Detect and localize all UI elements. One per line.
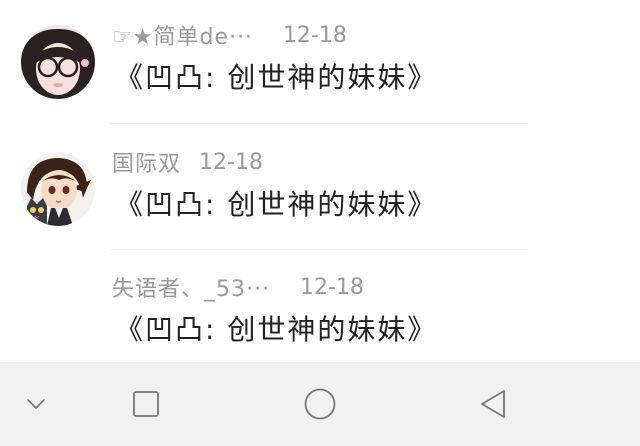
chevron-down-icon [27,399,45,409]
comment-text: 《凹凸: 创世神的妹妹》 [115,61,438,94]
recent-apps-icon [133,391,159,417]
divider [110,123,528,124]
avatar[interactable] [21,25,95,99]
hide-navbar-button[interactable] [14,382,58,426]
avatar-anime-boy-cat-icon [21,152,95,226]
recent-apps-button[interactable] [124,382,168,426]
comment-item: 国际双 12-18 《凹凸: 创世神的妹妹》 [0,143,640,263]
comment-date: 12-18 [299,274,364,300]
username[interactable]: 失语者、_53··· [112,271,270,303]
home-button[interactable] [298,382,342,426]
comment-text: 《凹凸: 创世神的妹妹》 [115,188,438,221]
username[interactable]: ☞★简单de··· [112,19,253,51]
back-button[interactable] [472,382,516,426]
comment-item: 失语者、_53··· 12-18 《凹凸: 创世神的妹妹》 [0,268,640,362]
divider [110,249,528,250]
comment-list: ☞★简单de··· 12-18 《凹凸: 创世神的妹妹》 国际双 12-18 《… [0,0,640,362]
navigation-bar [0,362,640,446]
comment-meta: 国际双 12-18 [112,146,263,178]
back-icon [481,390,505,418]
avatar-girl-glasses-icon [21,25,95,99]
username[interactable]: 国际双 [112,146,181,178]
screen: ☞★简单de··· 12-18 《凹凸: 创世神的妹妹》 国际双 12-18 《… [0,0,640,446]
comment-date: 12-18 [282,22,347,48]
comment-date: 12-18 [199,149,263,175]
avatar[interactable] [21,152,95,226]
comment-text: 《凹凸: 创世神的妹妹》 [115,313,438,346]
comment-meta: ☞★简单de··· 12-18 [112,19,347,51]
home-icon [304,388,336,420]
comment-meta: 失语者、_53··· 12-18 [112,271,364,303]
comment-item: ☞★简单de··· 12-18 《凹凸: 创世神的妹妹》 [0,16,640,136]
